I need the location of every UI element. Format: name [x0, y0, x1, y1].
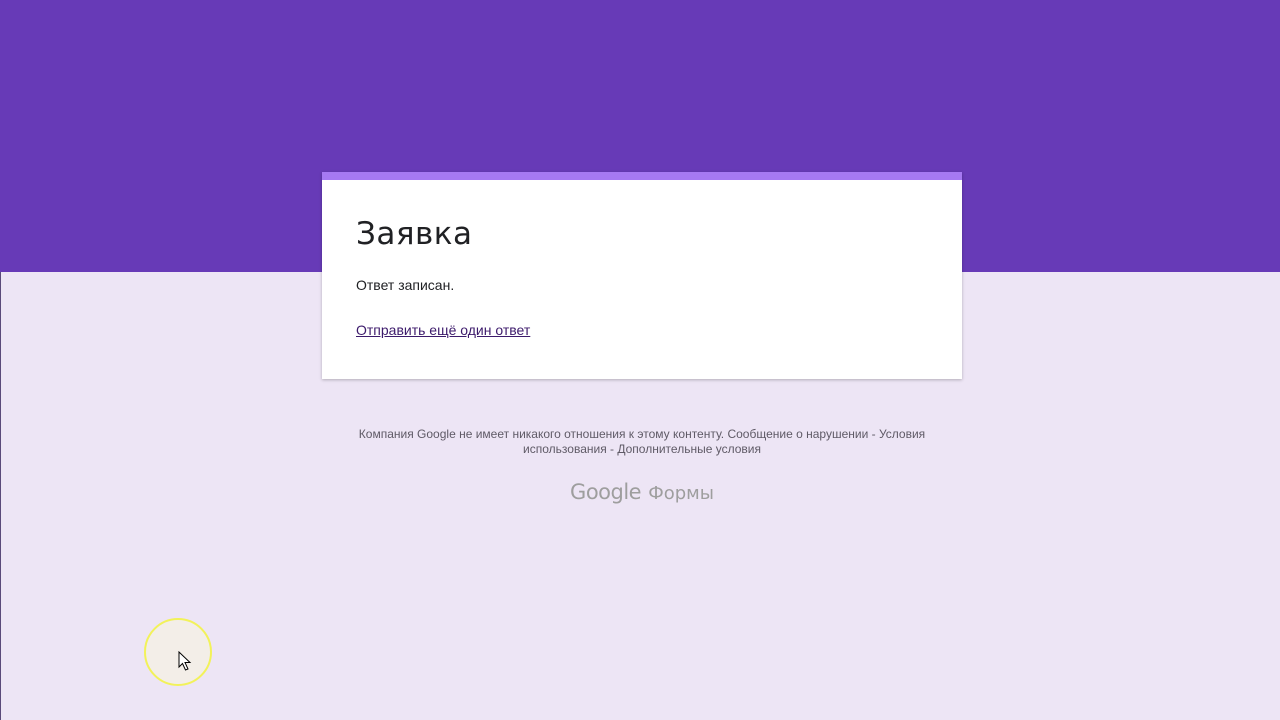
form-title: Заявка	[356, 216, 473, 252]
footer-separator: -	[868, 427, 879, 441]
google-forms-logo[interactable]: Google Формы	[322, 479, 962, 507]
footer-separator: -	[606, 442, 618, 456]
confirmation-card: Заявка Ответ записан. Отправить ещё один…	[322, 172, 962, 379]
mouse-pointer-icon	[178, 651, 192, 671]
report-abuse-link[interactable]: Сообщение о нарушении	[727, 427, 868, 441]
card-accent-bar	[322, 172, 962, 180]
response-recorded-message: Ответ записан.	[356, 277, 455, 293]
additional-terms-link[interactable]: Дополнительные условия	[617, 442, 761, 456]
brand-google-text: Google	[570, 480, 642, 504]
window-left-edge	[0, 272, 1, 720]
submit-another-response-link[interactable]: Отправить ещё один ответ	[356, 321, 530, 339]
brand-forms-text: Формы	[648, 483, 714, 504]
footer-disclaimer: Компания Google не имеет никакого отноше…	[322, 427, 962, 457]
disclaimer-text: Компания Google не имеет никакого отноше…	[358, 427, 725, 441]
